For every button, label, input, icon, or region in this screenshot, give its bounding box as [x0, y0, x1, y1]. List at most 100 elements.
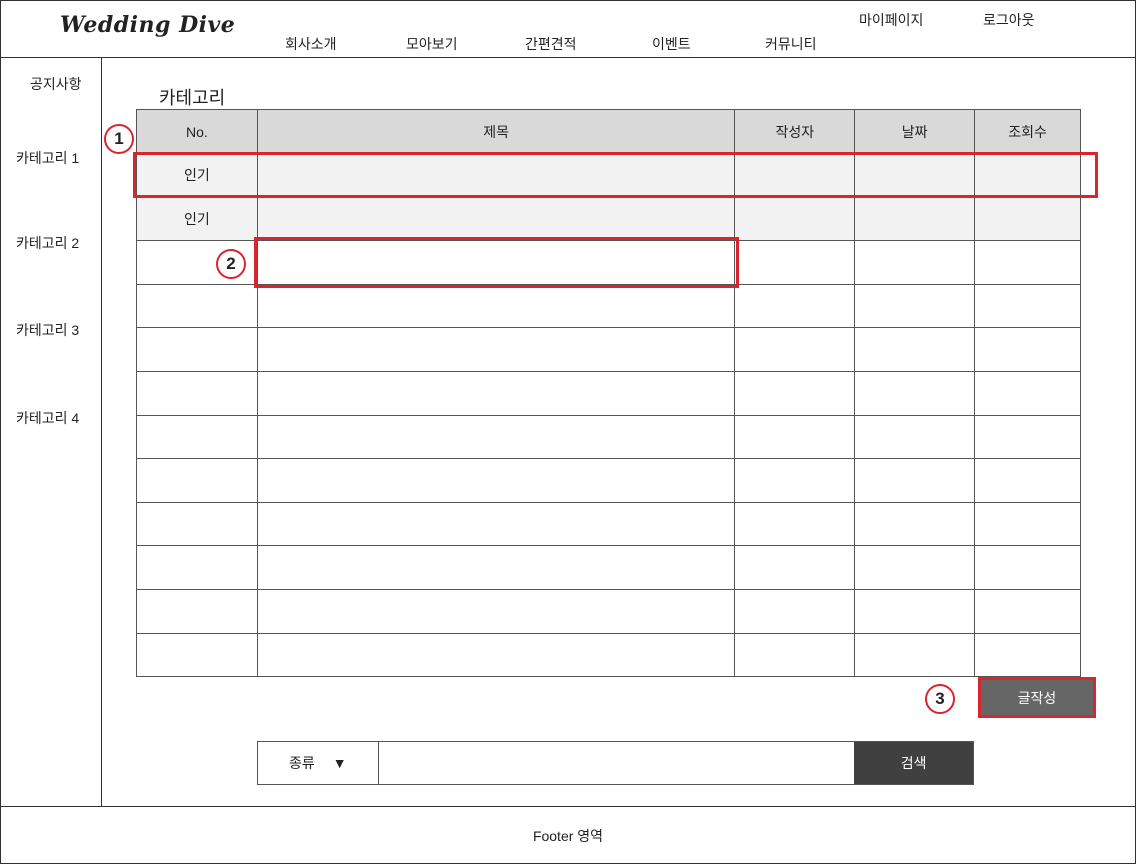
post-title-cell[interactable] [256, 370, 736, 416]
views-cell [974, 501, 1081, 547]
sidebar-item-notice[interactable]: 공지사항 [30, 74, 82, 94]
views-cell [974, 240, 1081, 285]
table-row[interactable] [136, 370, 1081, 416]
date-cell [854, 414, 976, 460]
column-header-no: No. [136, 109, 258, 154]
author-cell [734, 370, 856, 416]
date-cell [854, 545, 976, 590]
table-row[interactable] [136, 240, 1081, 285]
sidebar-item-category-3[interactable]: 카테고리 3 [16, 320, 79, 340]
search-input[interactable] [378, 742, 855, 784]
column-header-views: 조회수 [974, 109, 1081, 154]
logo[interactable]: Wedding Dive [60, 12, 235, 38]
sidebar-item-category-2[interactable]: 카테고리 2 [16, 233, 79, 253]
table-row[interactable] [136, 632, 1081, 678]
nav-event[interactable]: 이벤트 [652, 34, 691, 54]
table-row-popular[interactable]: 인기 [136, 153, 1081, 198]
header: Wedding Dive 회사소개 모아보기 간편견적 이벤트 커뮤니티 마이페… [0, 0, 1136, 58]
table-row[interactable] [136, 283, 1081, 329]
no-cell [136, 632, 258, 678]
post-title-cell[interactable] [256, 240, 736, 285]
post-title-cell[interactable] [256, 153, 736, 198]
column-header-date: 날짜 [854, 109, 976, 154]
author-cell [734, 153, 856, 198]
no-cell [136, 588, 258, 634]
views-cell [974, 283, 1081, 329]
post-table: No. 제목 작성자 날짜 조회수 인기 인기 [136, 109, 1081, 678]
column-header-author: 작성자 [734, 109, 856, 154]
date-cell [854, 153, 976, 198]
no-cell [136, 283, 258, 329]
post-title-cell[interactable] [256, 501, 736, 547]
date-cell [854, 327, 976, 372]
search-type-dropdown[interactable]: 종류 ▼ [258, 742, 379, 784]
views-cell [974, 458, 1081, 503]
author-cell [734, 545, 856, 590]
date-cell [854, 240, 976, 285]
views-cell [974, 414, 1081, 460]
popular-badge: 인기 [136, 153, 258, 198]
table-row[interactable] [136, 545, 1081, 590]
views-cell [974, 632, 1081, 678]
sidebar: 공지사항 카테고리 1 카테고리 2 카테고리 3 카테고리 4 [0, 58, 102, 806]
table-header-row: No. 제목 작성자 날짜 조회수 [136, 109, 1081, 154]
sidebar-item-category-1[interactable]: 카테고리 1 [16, 148, 79, 168]
mypage-link[interactable]: 마이페이지 [859, 10, 923, 30]
page-title: 카테고리 [159, 88, 226, 108]
nav-gallery[interactable]: 모아보기 [406, 34, 458, 54]
nav-quote[interactable]: 간편견적 [525, 34, 577, 54]
views-cell [974, 327, 1081, 372]
views-cell [974, 545, 1081, 590]
date-cell [854, 588, 976, 634]
post-title-cell[interactable] [256, 327, 736, 372]
views-cell [974, 588, 1081, 634]
date-cell [854, 370, 976, 416]
logout-link[interactable]: 로그아웃 [983, 10, 1035, 30]
sidebar-item-category-4[interactable]: 카테고리 4 [16, 408, 79, 428]
post-title-cell[interactable] [256, 196, 736, 242]
date-cell [854, 283, 976, 329]
views-cell [974, 370, 1081, 416]
table-row[interactable] [136, 588, 1081, 634]
search-type-label: 종류 [289, 755, 315, 771]
table-row[interactable] [136, 458, 1081, 503]
date-cell [854, 632, 976, 678]
post-title-cell[interactable] [256, 414, 736, 460]
author-cell [734, 588, 856, 634]
post-title-cell[interactable] [256, 588, 736, 634]
post-title-cell[interactable] [256, 545, 736, 590]
views-cell [974, 196, 1081, 242]
no-cell [136, 501, 258, 547]
nav-community[interactable]: 커뮤니티 [765, 34, 817, 54]
post-title-cell[interactable] [256, 458, 736, 503]
column-header-title: 제목 [256, 109, 736, 154]
annotation-marker-1: 1 [104, 124, 134, 154]
author-cell [734, 458, 856, 503]
footer: Footer 영역 [0, 806, 1136, 864]
table-row[interactable] [136, 414, 1081, 460]
date-cell [854, 501, 976, 547]
author-cell [734, 240, 856, 285]
date-cell [854, 458, 976, 503]
annotation-marker-2: 2 [216, 249, 246, 279]
table-row-popular[interactable]: 인기 [136, 196, 1081, 242]
table-row[interactable] [136, 501, 1081, 547]
date-cell [854, 196, 976, 242]
table-row[interactable] [136, 327, 1081, 372]
no-cell [136, 370, 258, 416]
no-cell [136, 458, 258, 503]
search-button[interactable]: 검색 [854, 742, 973, 784]
no-cell [136, 327, 258, 372]
popular-badge: 인기 [136, 196, 258, 242]
author-cell [734, 414, 856, 460]
author-cell [734, 501, 856, 547]
footer-text: Footer 영역 [532, 827, 604, 844]
author-cell [734, 196, 856, 242]
post-title-cell[interactable] [256, 632, 736, 678]
post-title-cell[interactable] [256, 283, 736, 329]
write-post-button[interactable]: 글작성 [978, 677, 1096, 718]
author-cell [734, 632, 856, 678]
nav-company[interactable]: 회사소개 [285, 34, 337, 54]
chevron-down-icon: ▼ [332, 755, 347, 771]
author-cell [734, 327, 856, 372]
